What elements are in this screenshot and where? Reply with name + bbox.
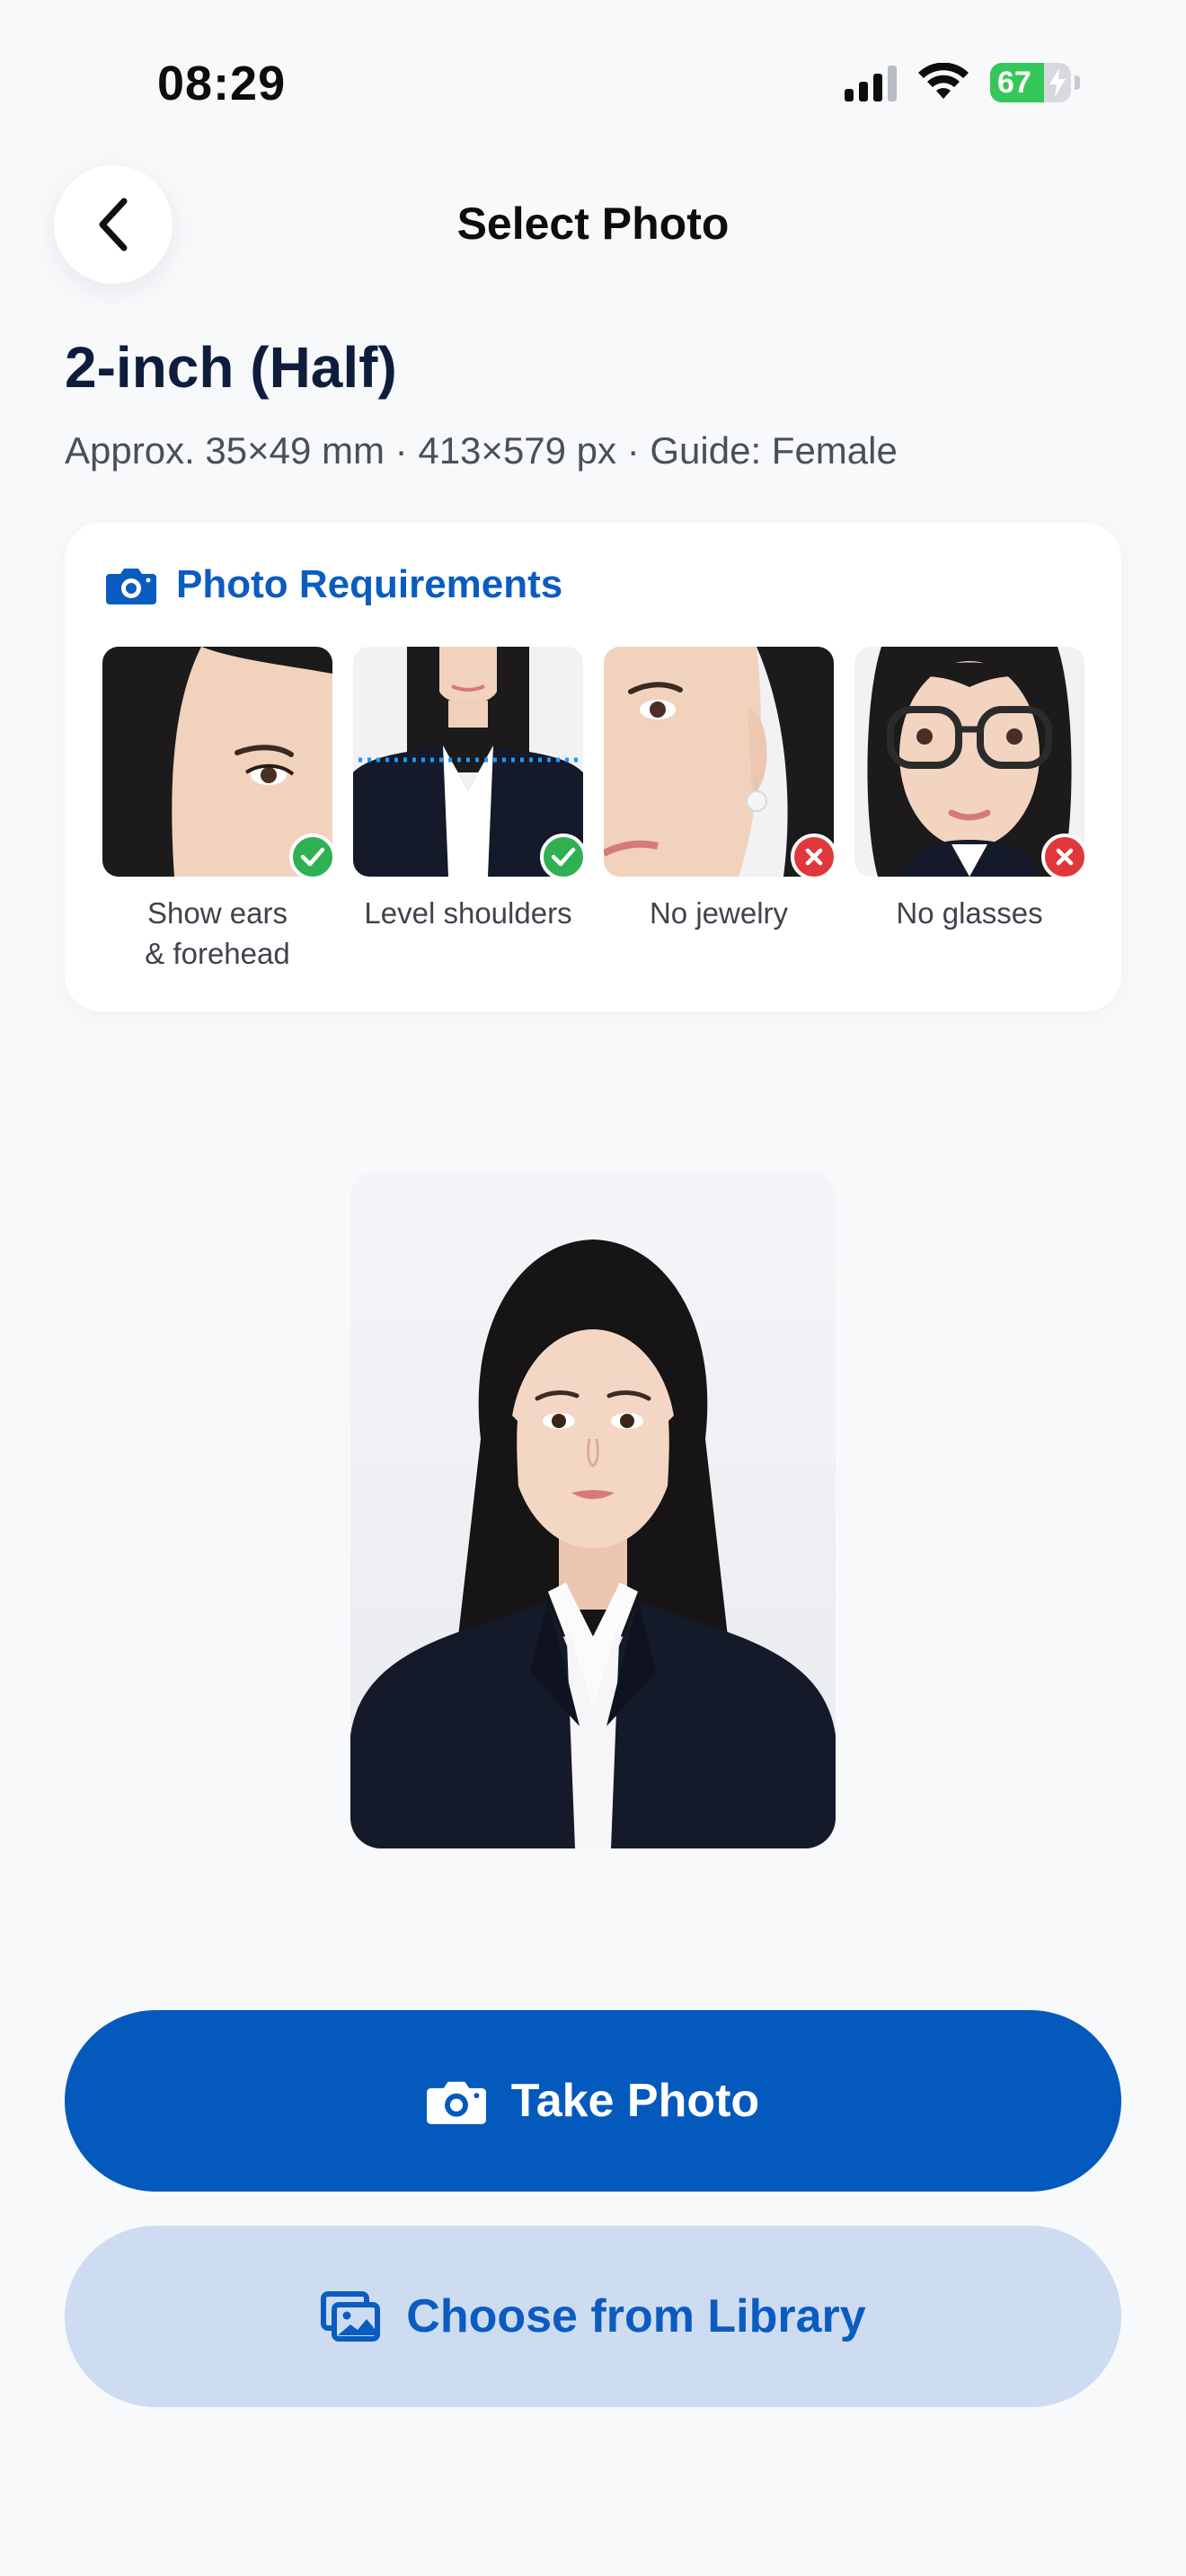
- choose-from-library-button[interactable]: Choose from Library: [65, 2226, 1121, 2407]
- camera-icon: [426, 2081, 486, 2124]
- take-photo-label: Take Photo: [510, 2075, 760, 2127]
- requirements-header: Photo Requirements: [106, 562, 562, 607]
- choose-library-label: Choose from Library: [406, 2290, 866, 2342]
- size-title: 2-inch (Half): [65, 335, 397, 400]
- requirement-no-glasses: No glasses: [854, 647, 1088, 933]
- charging-bolt-icon: [1049, 68, 1066, 97]
- select-photo-screen: 08:29 67 Select Photo 2-inch (Half) Appr…: [0, 0, 1186, 2576]
- requirements-title: Photo Requirements: [176, 562, 563, 606]
- cellular-signal-icon: [845, 64, 897, 101]
- requirement-label: No glasses: [896, 896, 1043, 930]
- status-indicators: 67: [845, 63, 1080, 102]
- requirement-label: Show ears & forehead: [145, 896, 290, 970]
- requirement-show-ears: Show ears & forehead: [102, 647, 336, 974]
- check-icon: [289, 834, 336, 880]
- photo-requirements-card: Photo Requirements Show ears & forehead …: [65, 523, 1121, 1011]
- battery-indicator: 67: [990, 63, 1080, 102]
- wifi-icon: [918, 63, 969, 99]
- page-title: Select Photo: [456, 198, 730, 249]
- take-photo-button[interactable]: Take Photo: [65, 2010, 1121, 2192]
- battery-icon: 67: [990, 63, 1071, 102]
- requirement-label: Level shoulders: [364, 896, 572, 930]
- camera-icon: [106, 569, 156, 604]
- sample-photo-preview: [350, 1169, 836, 1848]
- requirement-label: No jewelry: [649, 896, 789, 930]
- x-mark-icon: [1041, 834, 1088, 880]
- photo-library-icon: [321, 2291, 381, 2342]
- size-subtitle: Approx. 35×49 mm · 413×579 px · Guide: F…: [65, 429, 898, 472]
- x-mark-icon: [791, 834, 837, 880]
- requirement-level-shoulders: Level shoulders: [353, 647, 587, 933]
- requirement-no-jewelry: No jewelry: [604, 647, 837, 933]
- status-time: 08:29: [157, 57, 287, 110]
- check-icon: [540, 834, 587, 880]
- battery-level: 67: [997, 65, 1031, 100]
